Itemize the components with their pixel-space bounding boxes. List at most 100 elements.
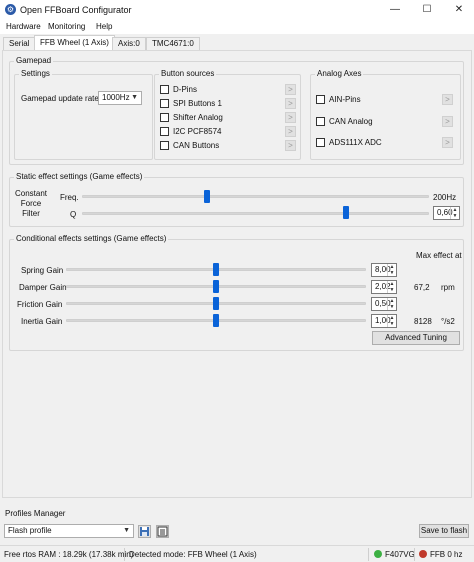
spi-buttons-settings-button[interactable]: > bbox=[285, 98, 296, 109]
mcu-status-led-icon bbox=[374, 550, 382, 558]
damper-gain-spinbox[interactable]: 2,02 ▲ ▼ bbox=[371, 280, 397, 294]
profile-selected-value: Flash profile bbox=[8, 526, 52, 535]
settings-title: Settings bbox=[19, 69, 52, 78]
ffb-rate-status: FFB 0 hz bbox=[430, 550, 463, 559]
checkbox-d-pins[interactable] bbox=[160, 85, 169, 94]
spring-gain-slider-handle[interactable] bbox=[213, 263, 219, 276]
menu-help[interactable]: Help bbox=[96, 22, 112, 31]
label-ain-pins: AIN-Pins bbox=[329, 95, 361, 104]
damper-max-value: 67,2 bbox=[414, 283, 430, 292]
checkbox-ain-pins[interactable] bbox=[316, 95, 325, 104]
max-effect-label: Max effect at bbox=[416, 251, 462, 260]
update-rate-value: 1000Hz bbox=[102, 93, 130, 102]
inertia-gain-spinbox[interactable]: 1,00 ▲ ▼ bbox=[371, 314, 397, 328]
static-effects-group: Static effect settings (Game effects) Co… bbox=[9, 172, 464, 227]
status-divider bbox=[124, 548, 125, 561]
app-logo-icon: ⚙ bbox=[5, 4, 16, 15]
tab-bar: Serial FFB Wheel (1 Axis) Axis:0 TMC4671… bbox=[0, 34, 474, 50]
main-panel: Gamepad Settings Gamepad update rate 100… bbox=[2, 50, 472, 498]
inertia-max-unit: °/s2 bbox=[441, 317, 455, 326]
ffb-status-led-icon bbox=[419, 550, 427, 558]
static-effects-title: Static effect settings (Game effects) bbox=[14, 172, 145, 181]
q-slider-track bbox=[82, 212, 429, 215]
ads111x-adc-settings-button[interactable]: > bbox=[442, 137, 453, 148]
checkbox-shifter-analog[interactable] bbox=[160, 113, 169, 122]
maximize-button[interactable]: ☐ bbox=[412, 2, 442, 18]
shifter-analog-settings-button[interactable]: > bbox=[285, 112, 296, 123]
q-label: Q bbox=[70, 210, 77, 219]
mcu-status: F407VG bbox=[385, 550, 415, 559]
profile-select[interactable]: Flash profile ▼ bbox=[4, 524, 134, 538]
gamepad-title: Gamepad bbox=[14, 56, 54, 65]
freq-slider-track bbox=[82, 195, 429, 198]
spin-arrows-icon[interactable]: ▲ ▼ bbox=[450, 207, 459, 219]
chevron-down-icon: ▼ bbox=[123, 527, 130, 534]
constant-force-filter-label: Constant Force Filter bbox=[14, 189, 48, 218]
profile-list-icon[interactable] bbox=[156, 525, 169, 538]
friction-gain-label: Friction Gain bbox=[17, 300, 63, 309]
menu-hardware[interactable]: Hardware bbox=[6, 22, 41, 31]
spin-arrows-icon[interactable]: ▲ ▼ bbox=[387, 315, 396, 327]
friction-gain-slider-handle[interactable] bbox=[213, 297, 219, 310]
label-d-pins: D-Pins bbox=[173, 85, 198, 94]
spin-arrows-icon[interactable]: ▲ ▼ bbox=[387, 281, 396, 293]
update-rate-label: Gamepad update rate bbox=[21, 94, 99, 103]
profiles-manager: Profiles Manager Flash profile ▼ Save to… bbox=[0, 505, 474, 545]
inertia-gain-label: Inertia Gain bbox=[21, 317, 63, 326]
friction-gain-spinbox[interactable]: 0,50 ▲ ▼ bbox=[371, 297, 397, 311]
status-bar: Free rtos RAM : 18.29k (17.38k min) Dete… bbox=[0, 545, 474, 562]
button-sources-title: Button sources bbox=[159, 69, 217, 78]
tab-axis0[interactable]: Axis:0 bbox=[112, 37, 146, 50]
label-spi-buttons: SPI Buttons 1 bbox=[173, 99, 222, 108]
tab-tmc4671[interactable]: TMC4671:0 bbox=[146, 37, 200, 50]
save-profile-icon[interactable] bbox=[138, 525, 151, 538]
status-divider bbox=[414, 548, 415, 561]
title-bar: ⚙ Open FFBoard Configurator — ☐ ✕ bbox=[0, 0, 474, 20]
menu-monitoring[interactable]: Monitoring bbox=[48, 22, 85, 31]
damper-gain-slider-handle[interactable] bbox=[213, 280, 219, 293]
checkbox-can-buttons[interactable] bbox=[160, 141, 169, 150]
freq-slider-handle[interactable] bbox=[203, 190, 210, 203]
spring-gain-label: Spring Gain bbox=[21, 266, 64, 275]
i2c-pcf8574-settings-button[interactable]: > bbox=[285, 126, 296, 137]
button-sources-group: Button sources D-Pins > SPI Buttons 1 > … bbox=[154, 69, 301, 160]
close-button[interactable]: ✕ bbox=[444, 2, 474, 18]
spin-arrows-icon[interactable]: ▲ ▼ bbox=[387, 264, 396, 276]
spin-arrows-icon[interactable]: ▲ ▼ bbox=[387, 298, 396, 310]
label-i2c-pcf8574: I2C PCF8574 bbox=[173, 127, 222, 136]
ain-pins-settings-button[interactable]: > bbox=[442, 94, 453, 105]
q-spinbox[interactable]: 0,60 ▲ ▼ bbox=[433, 206, 460, 220]
checkbox-spi-buttons[interactable] bbox=[160, 99, 169, 108]
checkbox-i2c-pcf8574[interactable] bbox=[160, 127, 169, 136]
advanced-tuning-button[interactable]: Advanced Tuning bbox=[372, 331, 460, 345]
save-to-flash-button[interactable]: Save to flash bbox=[419, 524, 469, 538]
can-analog-settings-button[interactable]: > bbox=[442, 116, 453, 127]
tab-serial[interactable]: Serial bbox=[3, 37, 36, 50]
can-buttons-settings-button[interactable]: > bbox=[285, 140, 296, 151]
chevron-down-icon: ▼ bbox=[131, 94, 138, 101]
conditional-effects-group: Conditional effects settings (Game effec… bbox=[9, 234, 464, 351]
settings-group: Settings Gamepad update rate 1000Hz ▼ bbox=[14, 69, 153, 160]
analog-axes-group: Analog Axes AIN-Pins > CAN Analog > ADS1… bbox=[310, 69, 461, 160]
menu-bar: Hardware Monitoring Help bbox=[0, 20, 474, 34]
spring-gain-spinbox[interactable]: 8,00 ▲ ▼ bbox=[371, 263, 397, 277]
conditional-effects-title: Conditional effects settings (Game effec… bbox=[14, 234, 169, 243]
ram-status: Free rtos RAM : 18.29k (17.38k min) bbox=[4, 550, 134, 559]
checkbox-can-analog[interactable] bbox=[316, 117, 325, 126]
d-pins-settings-button[interactable]: > bbox=[285, 84, 296, 95]
freq-value: 200Hz bbox=[433, 193, 457, 202]
q-slider-handle[interactable] bbox=[342, 206, 349, 219]
update-rate-select[interactable]: 1000Hz ▼ bbox=[98, 91, 142, 105]
mode-status: Detected mode: FFB Wheel (1 Axis) bbox=[129, 550, 257, 559]
tab-ffb-wheel[interactable]: FFB Wheel (1 Axis) bbox=[34, 35, 115, 50]
damper-gain-label: Damper Gain bbox=[19, 283, 67, 292]
status-divider bbox=[368, 548, 369, 561]
minimize-button[interactable]: — bbox=[380, 2, 410, 18]
label-can-analog: CAN Analog bbox=[329, 117, 373, 126]
label-can-buttons: CAN Buttons bbox=[173, 141, 220, 150]
inertia-gain-slider-handle[interactable] bbox=[213, 314, 219, 327]
gamepad-group: Gamepad Settings Gamepad update rate 100… bbox=[9, 56, 464, 165]
analog-axes-title: Analog Axes bbox=[315, 69, 364, 78]
damper-max-unit: rpm bbox=[441, 283, 455, 292]
checkbox-ads111x-adc[interactable] bbox=[316, 138, 325, 147]
